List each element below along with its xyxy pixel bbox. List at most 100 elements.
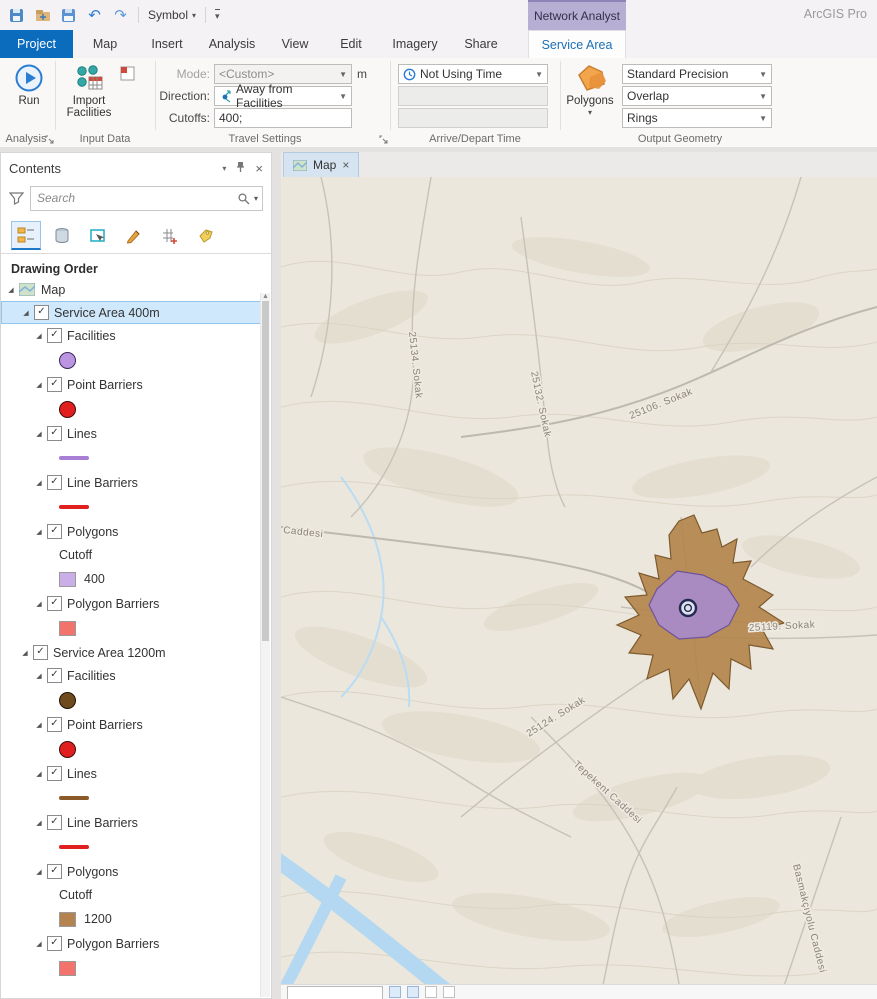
- facilities-symbol-swatch[interactable]: [59, 352, 76, 369]
- close-icon[interactable]: ×: [342, 158, 349, 172]
- polygon-barriers-symbol-swatch[interactable]: [59, 621, 76, 636]
- expander-icon[interactable]: ◢: [33, 479, 45, 487]
- precision-combobox[interactable]: Standard Precision ▼: [622, 64, 772, 84]
- list-by-snapping-icon[interactable]: [155, 222, 185, 250]
- expander-icon[interactable]: ◢: [19, 649, 31, 657]
- undo-icon[interactable]: ↶: [86, 7, 103, 24]
- open-project-icon[interactable]: [34, 7, 51, 24]
- search-input[interactable]: [35, 190, 237, 206]
- expander-icon[interactable]: ◢: [33, 672, 45, 680]
- layer-checkbox[interactable]: ✓: [47, 815, 62, 830]
- facilities-symbol-swatch[interactable]: [59, 692, 76, 709]
- tab-map[interactable]: Map: [73, 30, 137, 58]
- layer-row[interactable]: ◢ ✓ Lines: [1, 762, 261, 785]
- rings-combobox[interactable]: Rings ▼: [622, 108, 772, 128]
- list-by-drawing-order-icon[interactable]: [11, 221, 41, 250]
- travel-settings-launcher-icon[interactable]: [379, 135, 388, 147]
- facility-marker[interactable]: [680, 600, 696, 616]
- lines-symbol-swatch[interactable]: [59, 456, 89, 460]
- layer-row[interactable]: ◢ ✓ Polygons: [1, 520, 261, 543]
- direction-combobox[interactable]: Away from Facilities ▼: [214, 86, 352, 106]
- list-by-labeling-icon[interactable]: [191, 222, 221, 250]
- facilities-table-option-icon[interactable]: [120, 66, 135, 86]
- new-project-icon[interactable]: [8, 7, 25, 24]
- tab-project[interactable]: Project: [0, 30, 73, 58]
- layer-row[interactable]: ◢ ✓ Polygons: [1, 860, 261, 883]
- cutoff-1200-swatch[interactable]: [59, 912, 76, 927]
- expander-icon[interactable]: ◢: [5, 286, 17, 294]
- layer-row[interactable]: ◢ ✓ Polygon Barriers: [1, 592, 261, 615]
- scrollbar-thumb[interactable]: [262, 301, 269, 641]
- layer-checkbox[interactable]: ✓: [47, 766, 62, 781]
- list-by-selection-icon[interactable]: [83, 222, 113, 250]
- run-button[interactable]: Run: [8, 63, 50, 108]
- layer-row[interactable]: ◢ ✓ Facilities: [1, 664, 261, 687]
- layer-checkbox[interactable]: ✓: [47, 328, 62, 343]
- layer-checkbox[interactable]: ✓: [47, 524, 62, 539]
- layer-checkbox[interactable]: ✓: [47, 377, 62, 392]
- statusbar-icon[interactable]: [389, 986, 401, 998]
- expander-icon[interactable]: ◢: [33, 430, 45, 438]
- polygon-barriers-symbol-swatch[interactable]: [59, 961, 76, 976]
- point-barriers-symbol-swatch[interactable]: [59, 741, 76, 758]
- layer-row[interactable]: ◢ ✓ Polygon Barriers: [1, 932, 261, 955]
- statusbar-icon[interactable]: [407, 986, 419, 998]
- list-by-data-source-icon[interactable]: [47, 222, 77, 250]
- time-mode-combobox[interactable]: Not Using Time ▼: [398, 64, 548, 84]
- layer-row[interactable]: ◢ ✓ Lines: [1, 422, 261, 445]
- expander-icon[interactable]: ◢: [33, 770, 45, 778]
- tab-edit[interactable]: Edit: [323, 30, 379, 58]
- cutoff-400-swatch[interactable]: [59, 572, 76, 587]
- layer-checkbox[interactable]: ✓: [34, 305, 49, 320]
- pin-icon[interactable]: [235, 161, 246, 176]
- search-box[interactable]: ▾: [30, 186, 263, 211]
- expander-icon[interactable]: ◢: [33, 528, 45, 536]
- expander-icon[interactable]: ◢: [33, 381, 45, 389]
- tab-insert[interactable]: Insert: [137, 30, 197, 58]
- contents-scrollbar[interactable]: ▲: [260, 293, 270, 997]
- chevron-down-icon[interactable]: ▾: [254, 194, 258, 203]
- pane-options-icon[interactable]: ▾: [222, 163, 226, 174]
- map-root-row[interactable]: ◢ Map: [1, 278, 261, 301]
- expander-icon[interactable]: ◢: [33, 819, 45, 827]
- customize-quick-access-icon[interactable]: ▾: [215, 9, 220, 22]
- close-icon[interactable]: ×: [255, 163, 263, 174]
- cutoffs-input[interactable]: [214, 108, 352, 128]
- layer-checkbox[interactable]: ✓: [33, 645, 48, 660]
- import-facilities-button[interactable]: Import Facilities: [60, 63, 118, 120]
- map-scale-input[interactable]: [287, 986, 383, 999]
- group-layer-row[interactable]: ◢ ✓ Service Area 1200m: [1, 641, 261, 664]
- layer-row[interactable]: ◢ ✓ Facilities: [1, 324, 261, 347]
- list-by-editing-icon[interactable]: [119, 222, 149, 250]
- scroll-up-arrow[interactable]: ▲: [261, 293, 270, 300]
- expander-icon[interactable]: ◢: [33, 600, 45, 608]
- expander-icon[interactable]: ◢: [33, 868, 45, 876]
- expander-icon[interactable]: ◢: [33, 940, 45, 948]
- statusbar-icon[interactable]: [425, 986, 437, 998]
- mode-combobox[interactable]: <Custom> ▼: [214, 64, 352, 84]
- layer-checkbox[interactable]: ✓: [47, 668, 62, 683]
- layer-checkbox[interactable]: ✓: [47, 426, 62, 441]
- map-canvas[interactable]: 25134. Sokak 25132. Sokak 25106. Sokak 2…: [281, 177, 877, 999]
- layer-checkbox[interactable]: ✓: [47, 717, 62, 732]
- layer-checkbox[interactable]: ✓: [47, 864, 62, 879]
- polygons-button[interactable]: Polygons ▾: [565, 63, 615, 117]
- layer-checkbox[interactable]: ✓: [47, 475, 62, 490]
- line-barriers-symbol-swatch[interactable]: [59, 845, 89, 849]
- expander-icon[interactable]: ◢: [20, 309, 32, 317]
- layer-checkbox[interactable]: ✓: [47, 936, 62, 951]
- layer-row[interactable]: ◢ ✓ Line Barriers: [1, 471, 261, 494]
- save-project-icon[interactable]: [60, 7, 77, 24]
- layer-row[interactable]: ◢ ✓ Line Barriers: [1, 811, 261, 834]
- statusbar-icon[interactable]: [443, 986, 455, 998]
- symbol-menu-button[interactable]: Symbol ▾: [148, 8, 196, 22]
- tab-service-area[interactable]: Service Area: [528, 30, 626, 58]
- tab-analysis[interactable]: Analysis: [197, 30, 267, 58]
- map-view-tab[interactable]: Map ×: [283, 152, 359, 177]
- expander-icon[interactable]: ◢: [33, 721, 45, 729]
- point-barriers-symbol-swatch[interactable]: [59, 401, 76, 418]
- expander-icon[interactable]: ◢: [33, 332, 45, 340]
- overlap-combobox[interactable]: Overlap ▼: [622, 86, 772, 106]
- layer-row[interactable]: ◢ ✓ Point Barriers: [1, 373, 261, 396]
- filter-icon[interactable]: [9, 192, 24, 205]
